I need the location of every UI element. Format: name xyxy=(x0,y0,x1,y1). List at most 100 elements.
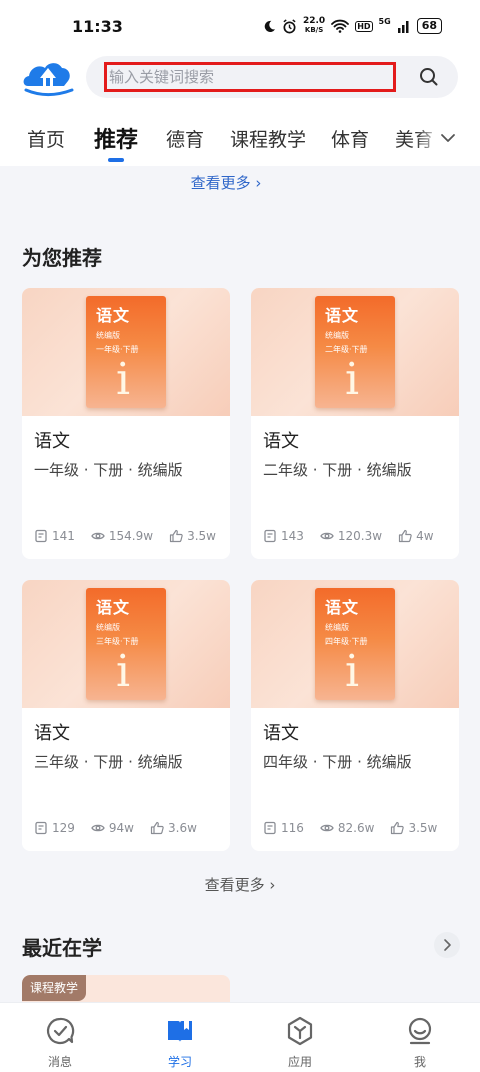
tab-home[interactable]: 首页 xyxy=(27,125,65,152)
status-time: 11:33 xyxy=(72,17,123,36)
lesson-count: 143 xyxy=(281,529,304,543)
search-bar xyxy=(86,56,458,98)
book-emblem-icon: i xyxy=(116,646,131,697)
recent-section-title: 最近在学 xyxy=(22,936,102,960)
lessons-icon xyxy=(264,821,276,835)
textbook-cover: 语文 统编版 二年级·下册 i xyxy=(315,296,395,408)
recommend-section-title: 为您推荐 xyxy=(22,246,102,270)
view-more-link-bottom[interactable]: 查看更多 › xyxy=(0,874,480,895)
card-stats: 116 82.6w 3.5w xyxy=(263,821,437,835)
do-not-disturb-moon-icon xyxy=(264,20,276,32)
tabbar-label: 消息 xyxy=(47,1055,72,1069)
course-card[interactable]: 语文 统编版 一年级·下册 i 语文 一年级 · 下册 · 统编版 141 15… xyxy=(22,288,230,559)
hd-voice-badge: HD xyxy=(355,20,373,32)
likes-thumb-icon xyxy=(169,529,183,543)
book-title: 语文 xyxy=(96,306,131,325)
study-book-icon xyxy=(168,1021,192,1042)
search-input[interactable] xyxy=(104,62,396,92)
card-stats: 143 120.3w 4w xyxy=(263,529,434,543)
book-title: 语文 xyxy=(96,598,131,617)
card-stats: 141 154.9w 3.5w xyxy=(34,529,216,543)
tabbar-item-apps[interactable]: 应用 xyxy=(240,1003,360,1072)
card-title: 语文 xyxy=(34,431,70,452)
app-header xyxy=(0,52,480,108)
app-logo-icon[interactable] xyxy=(20,56,76,100)
lessons-icon xyxy=(264,529,276,543)
like-count: 4w xyxy=(416,529,434,543)
lesson-count: 129 xyxy=(52,821,75,835)
tabbar-label: 我 xyxy=(413,1055,426,1069)
active-tab-indicator xyxy=(108,158,124,162)
bottom-tab-bar: 消息 学习 应用 我 xyxy=(0,1002,480,1072)
alarm-clock-icon xyxy=(283,18,296,33)
main-content: 查看更多 › 为您推荐 语文 统编版 一年级·下册 i 语文 一年级 · 下册 … xyxy=(0,166,480,1005)
card-title: 语文 xyxy=(263,723,299,744)
card-stats: 129 94w 3.6w xyxy=(34,821,197,835)
tab-curriculum[interactable]: 课程教学 xyxy=(230,125,306,152)
network-speed-value: 22.0 xyxy=(302,16,326,26)
card-cover: 语文 统编版 三年级·下册 i xyxy=(22,580,230,708)
book-title: 语文 xyxy=(325,306,360,325)
wifi-icon xyxy=(331,19,350,33)
textbook-cover: 语文 统编版 四年级·下册 i xyxy=(315,588,395,700)
tab-moral-education[interactable]: 德育 xyxy=(166,125,204,152)
tab-sports[interactable]: 体育 xyxy=(331,125,369,152)
card-title: 语文 xyxy=(34,723,70,744)
lessons-icon xyxy=(35,529,47,543)
textbook-cover: 语文 统编版 三年级·下册 i xyxy=(86,588,166,700)
card-cover: 语文 统编版 一年级·下册 i xyxy=(22,288,230,416)
profile-icon xyxy=(408,1017,432,1045)
view-count: 82.6w xyxy=(337,821,375,835)
tabbar-label: 学习 xyxy=(167,1055,192,1069)
lessons-icon xyxy=(35,821,47,835)
card-subtitle: 一年级 · 下册 · 统编版 xyxy=(34,461,183,479)
signal-bars-icon xyxy=(397,21,409,33)
views-eye-icon xyxy=(320,824,334,832)
book-edition: 统编版 xyxy=(325,331,349,340)
view-count: 154.9w xyxy=(108,529,154,543)
recent-more-button[interactable] xyxy=(434,932,460,958)
card-cover: 语文 统编版 四年级·下册 i xyxy=(251,580,459,708)
battery-indicator: 68 xyxy=(416,18,442,34)
tabbar-item-messages[interactable]: 消息 xyxy=(0,1003,120,1072)
views-eye-icon xyxy=(320,532,334,540)
book-emblem-icon: i xyxy=(345,646,360,697)
message-icon xyxy=(46,1017,75,1045)
likes-thumb-icon xyxy=(398,529,412,543)
status-bar: 11:33 22.0 KB/S HD 5G 68 xyxy=(0,0,480,52)
view-count: 94w xyxy=(108,821,134,835)
recent-category-badge: 课程教学 xyxy=(22,975,87,1001)
view-count: 120.3w xyxy=(337,529,383,543)
lesson-count: 116 xyxy=(281,821,304,835)
like-count: 3.5w xyxy=(187,529,216,543)
search-icon[interactable] xyxy=(418,66,440,88)
network-speed: 22.0 KB/S xyxy=(303,17,325,35)
tab-recommend[interactable]: 推荐 xyxy=(94,122,138,154)
course-card[interactable]: 语文 统编版 三年级·下册 i 语文 三年级 · 下册 · 统编版 129 94… xyxy=(22,580,230,851)
card-subtitle: 二年级 · 下册 · 统编版 xyxy=(263,461,412,479)
course-card[interactable]: 语文 统编版 四年级·下册 i 语文 四年级 · 下册 · 统编版 116 82… xyxy=(251,580,459,851)
book-title: 语文 xyxy=(325,598,360,617)
textbook-cover: 语文 统编版 一年级·下册 i xyxy=(86,296,166,408)
tabbar-item-me[interactable]: 我 xyxy=(360,1003,480,1072)
recent-course-card[interactable]: 课程教学 xyxy=(22,975,230,1005)
like-count: 3.6w xyxy=(168,821,197,835)
card-subtitle: 四年级 · 下册 · 统编版 xyxy=(263,753,412,771)
views-eye-icon xyxy=(91,532,105,540)
view-more-link-top[interactable]: 查看更多 › xyxy=(0,172,452,193)
book-emblem-icon: i xyxy=(116,354,131,405)
apps-icon xyxy=(287,1016,313,1046)
views-eye-icon xyxy=(91,824,105,832)
card-cover: 语文 统编版 二年级·下册 i xyxy=(251,288,459,416)
tabbar-label: 应用 xyxy=(287,1055,312,1069)
book-edition: 统编版 xyxy=(96,331,120,340)
category-tabs: 首页 推荐 德育 课程教学 体育 美育 xyxy=(0,108,480,166)
likes-thumb-icon xyxy=(391,821,405,835)
chevron-down-icon[interactable] xyxy=(440,130,456,146)
book-edition: 统编版 xyxy=(325,623,349,632)
course-card[interactable]: 语文 统编版 二年级·下册 i 语文 二年级 · 下册 · 统编版 143 12… xyxy=(251,288,459,559)
likes-thumb-icon xyxy=(150,821,164,835)
tabbar-item-study[interactable]: 学习 xyxy=(120,1003,240,1072)
network-speed-unit: KB/S xyxy=(304,26,324,34)
card-subtitle: 三年级 · 下册 · 统编版 xyxy=(34,753,183,771)
